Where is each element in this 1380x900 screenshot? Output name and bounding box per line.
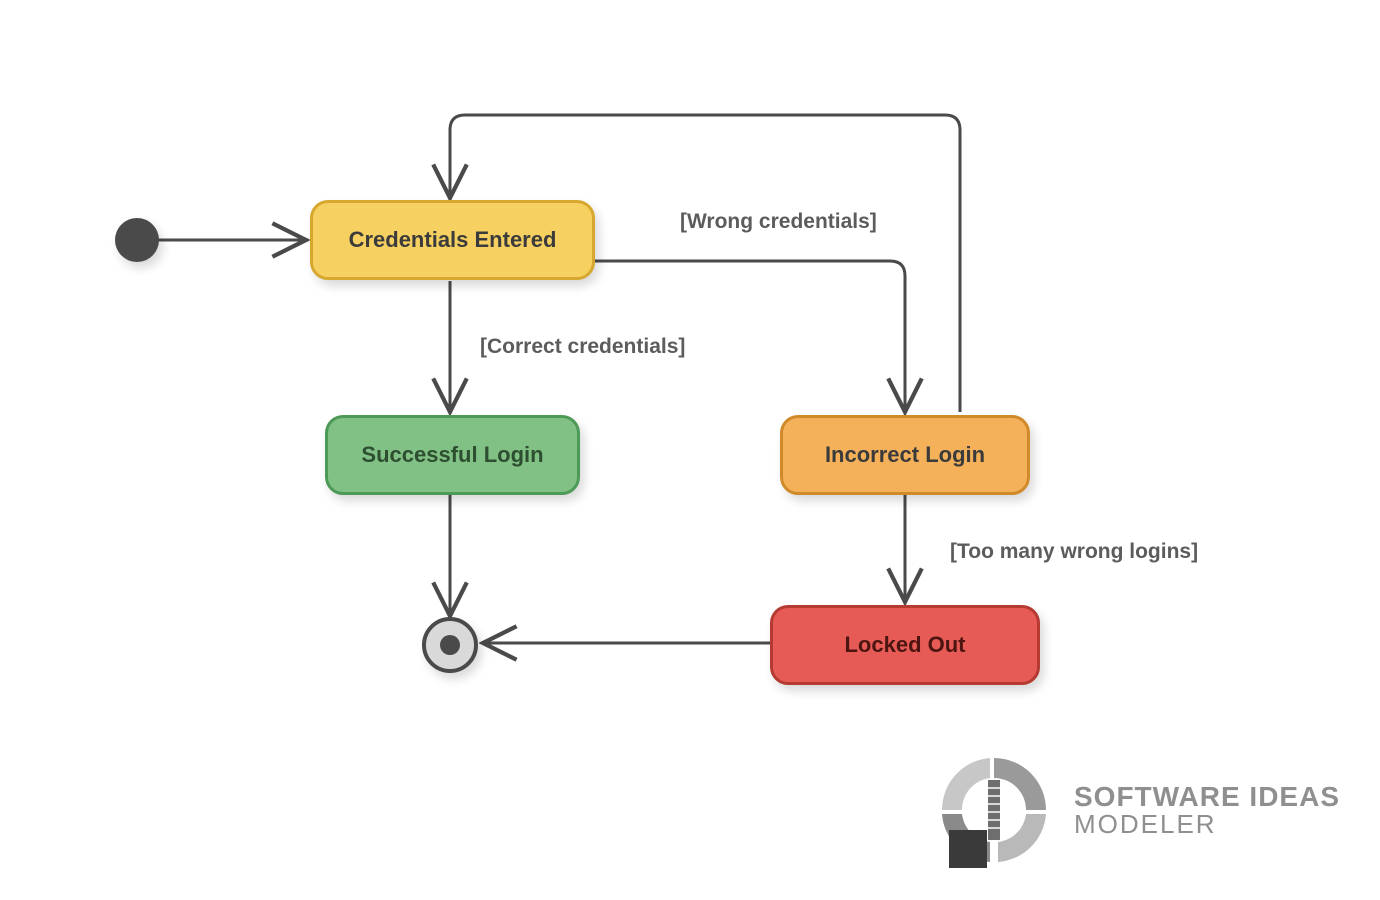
guard-too-many-wrong: [Too many wrong logins] [950,540,1198,564]
logo-line1: SOFTWARE IDEAS [1074,782,1340,811]
state-label: Successful Login [361,442,543,468]
final-state [422,617,478,673]
state-credentials-entered: Credentials Entered [310,200,595,280]
state-incorrect-login: Incorrect Login [780,415,1030,495]
guard-correct-credentials: [Correct credentials] [480,335,685,359]
state-label: Locked Out [844,632,965,658]
state-label: Credentials Entered [349,227,557,253]
state-diagram-canvas: Credentials Entered Successful Login Inc… [0,0,1380,900]
logo-text: SOFTWARE IDEAS MODELER [1074,782,1340,839]
state-label: Incorrect Login [825,442,985,468]
initial-state [115,218,159,262]
product-logo: SOFTWARE IDEAS MODELER [934,750,1340,870]
state-successful-login: Successful Login [325,415,580,495]
logo-line2: MODELER [1074,811,1340,838]
state-locked-out: Locked Out [770,605,1040,685]
guard-wrong-credentials: [Wrong credentials] [680,210,877,234]
logo-icon [934,750,1054,870]
